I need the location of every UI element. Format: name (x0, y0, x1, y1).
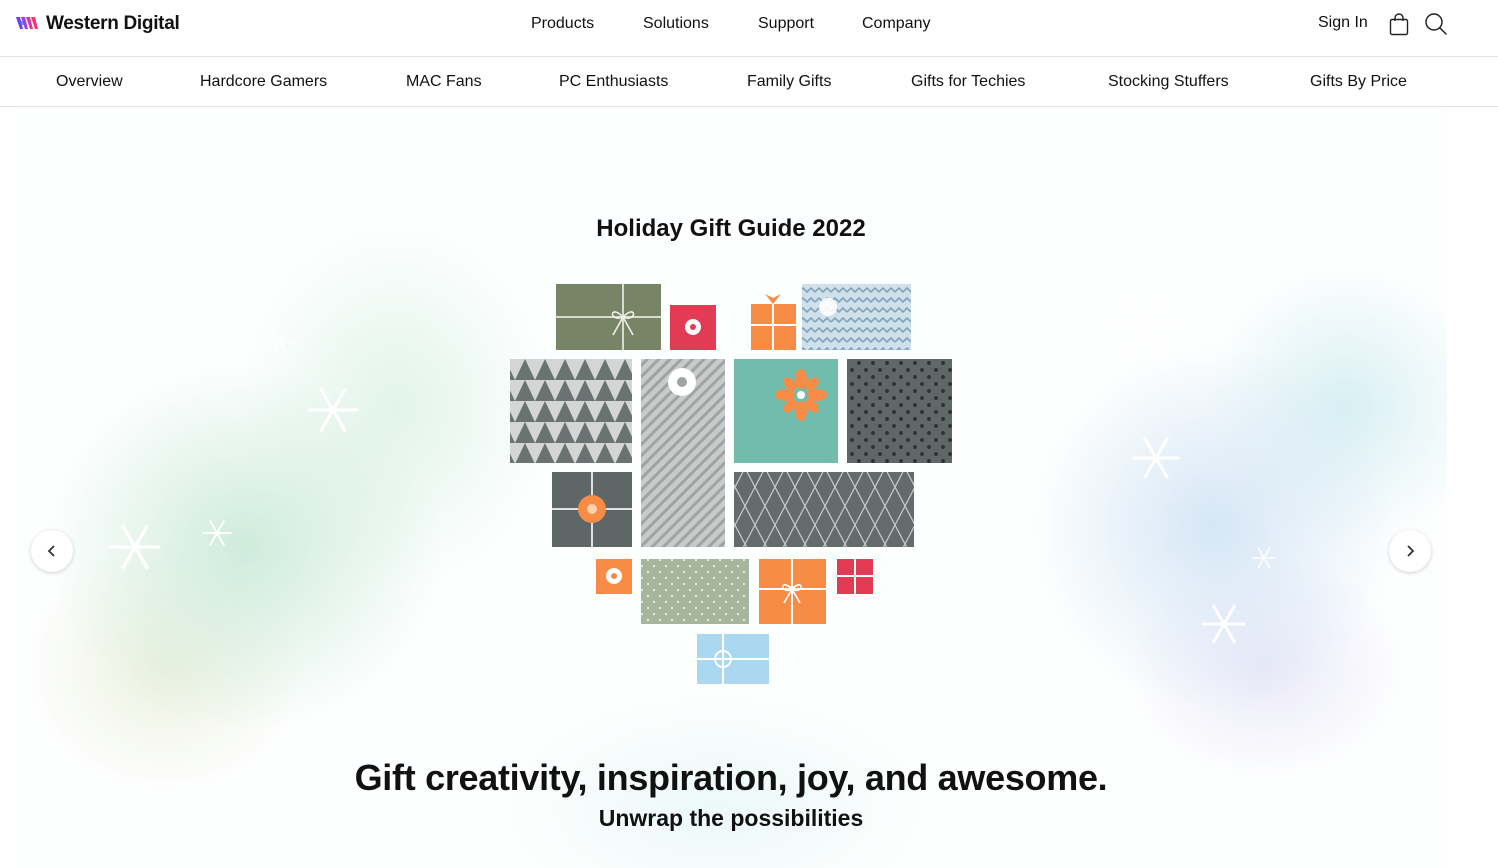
chevron-right-icon (1407, 545, 1415, 557)
hero-headline: Gift creativity, inspiration, joy, and a… (354, 757, 1108, 798)
chevron-left-icon (47, 545, 55, 557)
nav-solutions[interactable]: Solutions (643, 15, 709, 33)
subnav-stocking-stuffers[interactable]: Stocking Stuffers (1108, 73, 1229, 91)
gift-box-gray-orange-flower (552, 472, 632, 547)
subnav-family-gifts[interactable]: Family Gifts (747, 73, 831, 91)
main-nav: Products Solutions Support Company (0, 15, 1498, 37)
search-icon[interactable] (1424, 12, 1448, 36)
site-header: Western Digital Products Solutions Suppo… (0, 0, 1498, 57)
nav-products[interactable]: Products (531, 15, 594, 33)
gift-box-zigzag-blue (802, 284, 911, 350)
gift-box-red-small (670, 305, 716, 350)
gift-box-dotted-gray (847, 359, 952, 463)
subnav-mac-fans[interactable]: MAC Fans (406, 73, 482, 91)
gift-box-orange-ribbon (759, 559, 826, 624)
gift-guide-subnav: Overview Hardcore Gamers MAC Fans PC Ent… (0, 57, 1498, 107)
gift-box-orange-bow (751, 294, 796, 350)
subnav-overview[interactable]: Overview (56, 73, 123, 91)
gift-box-red-ribbon (837, 559, 873, 594)
gift-box-teal-flower (734, 359, 838, 463)
subnav-gifts-for-techies[interactable]: Gifts for Techies (911, 73, 1025, 91)
carousel-next-button[interactable] (1389, 530, 1431, 572)
nav-company[interactable]: Company (862, 15, 930, 33)
sign-in-link[interactable]: Sign In (1318, 14, 1368, 32)
gift-box-orange-small (596, 559, 632, 594)
subnav-gifts-by-price[interactable]: Gifts By Price (1310, 73, 1407, 91)
gift-box-light-blue (697, 634, 769, 684)
gift-box-olive (556, 284, 661, 350)
gift-box-sage-dotted (641, 559, 749, 624)
subnav-hardcore-gamers[interactable]: Hardcore Gamers (200, 73, 327, 91)
gift-box-triangle-pattern (510, 359, 632, 463)
carousel-prev-button[interactable] (31, 530, 73, 572)
gift-box-striped-tall (641, 359, 725, 547)
nav-support[interactable]: Support (758, 15, 814, 33)
hero-subheadline: Unwrap the possibilities (598, 805, 864, 831)
subnav-pc-enthusiasts[interactable]: PC Enthusiasts (559, 73, 668, 91)
cart-bag-icon[interactable] (1388, 12, 1410, 36)
hero-banner: Holiday Gift Guide 2022 Gift creativity,… (15, 107, 1447, 868)
gift-boxes-heart-illustration (510, 284, 952, 684)
gift-box-diamond-pattern (734, 472, 914, 547)
